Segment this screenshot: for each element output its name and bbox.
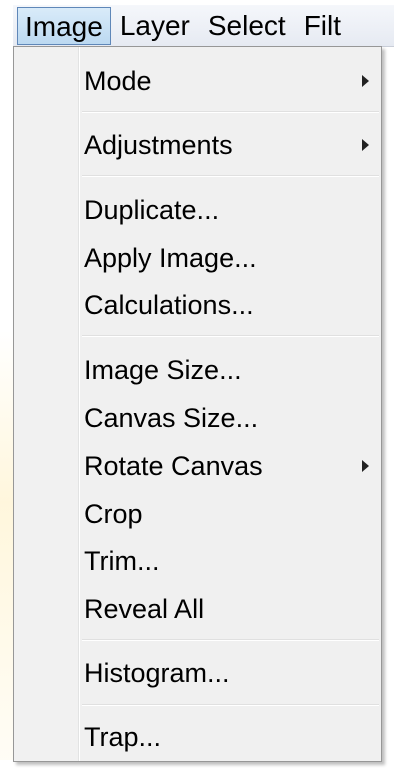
menu-item-calculations[interactable]: Calculations... [84, 283, 375, 327]
menu-item-label: Mode [84, 65, 152, 96]
menu-item-label: Trap... [84, 721, 162, 752]
menu-separator [82, 704, 379, 706]
menu-item-reveal-all[interactable]: Reveal All [84, 587, 375, 631]
menu-item-canvas-size[interactable]: Canvas Size... [84, 396, 375, 440]
menu-separator [82, 335, 379, 337]
menu-item-crop[interactable]: Crop [84, 492, 375, 536]
menu-item-image-size[interactable]: Image Size... [84, 348, 375, 392]
menu-item-label: Image Size... [84, 354, 242, 385]
menu-item-duplicate[interactable]: Duplicate... [84, 188, 375, 232]
menu-bar: Image Layer Select Filt [13, 5, 394, 47]
menu-item-label: Calculations... [84, 289, 254, 320]
menu-separator [82, 175, 379, 177]
menu-item-label: Reveal All [84, 593, 205, 624]
menu-item-label: Duplicate... [84, 194, 220, 225]
menu-separator [82, 639, 379, 641]
menu-separator [82, 111, 379, 113]
menu-item-label: Canvas Size... [84, 402, 259, 433]
menu-item-mode[interactable]: Mode [84, 59, 375, 103]
image-menu-dropdown: Mode Adjustments Duplicate... Apply Imag… [13, 46, 382, 762]
menu-item-rotate-canvas[interactable]: Rotate Canvas [84, 444, 375, 488]
menu-item-label: Rotate Canvas [84, 450, 263, 481]
icon-gutter [14, 47, 78, 761]
menu-image[interactable]: Image [17, 6, 111, 45]
menu-item-trap[interactable]: Trap... [84, 715, 375, 759]
menu-item-label: Trim... [84, 545, 160, 576]
menu-item-adjustments[interactable]: Adjustments [84, 123, 375, 167]
menu-item-label: Histogram... [84, 657, 230, 688]
menu-layer[interactable]: Layer [111, 7, 199, 45]
menu-item-label: Crop [84, 498, 143, 529]
gutter-divider-highlight [79, 47, 80, 761]
chevron-right-icon [362, 139, 369, 151]
menu-item-apply-image[interactable]: Apply Image... [84, 236, 375, 280]
menu-item-label: Adjustments [84, 129, 233, 160]
screenshot-page: Image Layer Select Filt Mode Adjustments… [0, 0, 394, 768]
menu-select[interactable]: Select [199, 7, 295, 45]
menu-item-label: Apply Image... [84, 242, 257, 273]
chevron-right-icon [362, 460, 369, 472]
chevron-right-icon [362, 75, 369, 87]
menu-item-trim[interactable]: Trim... [84, 539, 375, 583]
menu-item-histogram[interactable]: Histogram... [84, 651, 375, 695]
menu-filter[interactable]: Filt [295, 7, 350, 45]
